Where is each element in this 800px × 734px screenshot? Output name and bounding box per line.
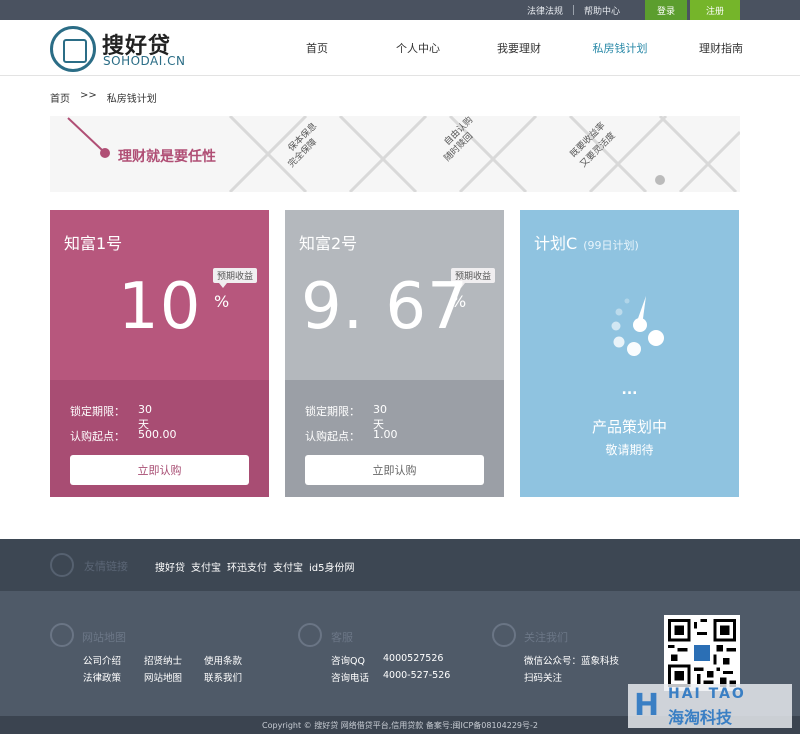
logo-domain: SOHODAI.CN bbox=[103, 54, 186, 68]
lock-period-label: 锁定期限： bbox=[70, 405, 125, 418]
friend-link[interactable]: 支付宝 bbox=[191, 559, 221, 574]
breadcrumb-separator: >> bbox=[80, 90, 97, 101]
promo-banner: 理财就是要任性 保本保息 完全保障 自由认购 随时赎回 既要收益率 又要灵活度 bbox=[50, 116, 740, 192]
follow-title: 关注我们 bbox=[524, 631, 568, 644]
phone-label: 咨询电话 bbox=[331, 673, 370, 684]
product-name: 知富2号 bbox=[299, 234, 358, 253]
friend-link[interactable]: 支付宝 bbox=[273, 559, 303, 574]
qq-number[interactable]: 4000527526 bbox=[383, 653, 443, 664]
wechat-account: 微信公众号：蓝象科技 bbox=[524, 656, 620, 667]
yield-rate: 10 bbox=[118, 270, 202, 344]
breadcrumb-current: 私房钱计划 bbox=[106, 94, 157, 105]
watermark-h-icon: H bbox=[634, 688, 660, 723]
scan-follow: 扫码关注 bbox=[524, 673, 563, 684]
min-amount-value: 500.00 bbox=[138, 428, 177, 441]
yield-unit: % bbox=[214, 292, 230, 311]
product-card-3: 计划C (99日计划) ... 产品策划中 敬请期待 bbox=[520, 210, 739, 497]
main-nav: 首页 个人中心 我要理财 私房钱计划 理财指南 bbox=[270, 20, 775, 76]
breadcrumb: 首页 >> 私房钱计划 bbox=[50, 90, 157, 105]
nav-personal-center[interactable]: 个人中心 bbox=[371, 20, 465, 76]
nav-invest[interactable]: 我要理财 bbox=[472, 20, 566, 76]
status-note: 敬请期待 bbox=[605, 443, 654, 457]
lock-period: 锁定期限： 30天 bbox=[70, 403, 152, 431]
friend-links: 搜好贷 支付宝 环迅支付 支付宝 id5身份网 bbox=[155, 559, 355, 574]
friend-link[interactable]: 环迅支付 bbox=[227, 559, 267, 574]
friend-links-title: 友情链接 bbox=[84, 560, 128, 573]
product-name: 知富1号 bbox=[64, 234, 123, 253]
qq-label: 咨询QQ bbox=[331, 656, 365, 667]
product-card-2: 知富2号 预期收益 9. 67 % 锁定期限： 30天 认购起点： 1.00 立… bbox=[285, 210, 504, 497]
watermark-cn: 海淘科技 bbox=[668, 708, 733, 727]
link-help[interactable]: 帮助中心 bbox=[574, 4, 630, 17]
yield-unit: % bbox=[451, 292, 467, 311]
card-top: 知富2号 预期收益 9. 67 % bbox=[285, 210, 504, 380]
share-icon bbox=[492, 623, 516, 647]
lock-period: 锁定期限： 30天 bbox=[305, 403, 387, 431]
nav-home[interactable]: 首页 bbox=[270, 20, 364, 76]
footer-link[interactable]: 招贤纳士 bbox=[144, 653, 182, 667]
min-amount-label: 认购起点： bbox=[70, 430, 125, 443]
product-name: 计划C (99日计划) bbox=[534, 230, 639, 254]
qr-code-icon bbox=[664, 615, 740, 691]
service-title: 客服 bbox=[331, 631, 353, 644]
sitemap-title: 网站地图 bbox=[82, 631, 126, 644]
buy-button[interactable]: 立即认购 bbox=[70, 455, 249, 485]
logo-icon[interactable] bbox=[50, 26, 96, 72]
min-amount: 认购起点： 500.00 bbox=[70, 428, 177, 444]
lock-period-label: 锁定期限： bbox=[305, 405, 360, 418]
status-text: 产品策划中 bbox=[591, 418, 667, 436]
watermark-en: HAI TAO bbox=[668, 686, 746, 702]
min-amount-value: 1.00 bbox=[373, 428, 398, 441]
friend-link[interactable]: id5身份网 bbox=[309, 559, 355, 574]
expected-yield-tag: 预期收益 bbox=[213, 268, 258, 288]
product-card-1: 知富1号 预期收益 10 % 锁定期限： 30天 认购起点： 500.00 立即… bbox=[50, 210, 269, 497]
status-ellipsis: ... bbox=[621, 382, 638, 398]
min-amount: 认购起点： 1.00 bbox=[305, 428, 398, 444]
people-icon bbox=[50, 553, 74, 577]
footer-link[interactable]: 法律政策 bbox=[83, 670, 121, 684]
breadcrumb-home[interactable]: 首页 bbox=[50, 90, 70, 105]
login-button[interactable]: 登录 bbox=[645, 0, 687, 20]
card-top: 知富1号 预期收益 10 % bbox=[50, 210, 269, 380]
header: 搜好贷 SOHODAI.CN 首页 个人中心 我要理财 私房钱计划 理财指南 bbox=[0, 20, 800, 76]
buy-button[interactable]: 立即认购 bbox=[305, 455, 484, 485]
top-bar: 法律法规 帮助中心 登录 注册 bbox=[0, 0, 800, 20]
yield-rate: 9. 67 bbox=[301, 270, 469, 344]
product-subtitle: (99日计划) bbox=[583, 239, 639, 252]
link-legal[interactable]: 法律法规 bbox=[517, 4, 573, 17]
product-name-text: 计划C bbox=[534, 234, 578, 253]
phone-number[interactable]: 4000-527-526 bbox=[383, 670, 450, 681]
loading-spinner-icon bbox=[611, 296, 664, 356]
location-icon bbox=[50, 623, 74, 647]
min-amount-label: 认购起点： bbox=[305, 430, 360, 443]
phone-icon bbox=[298, 623, 322, 647]
nav-guide[interactable]: 理财指南 bbox=[674, 20, 768, 76]
watermark-logo: H HAI TAO 海淘科技 bbox=[628, 684, 792, 728]
footer-link[interactable]: 使用条款 bbox=[204, 653, 242, 667]
footer-link[interactable]: 网站地图 bbox=[144, 670, 182, 684]
friend-links-bar: 友情链接 搜好贷 支付宝 环迅支付 支付宝 id5身份网 bbox=[0, 539, 800, 591]
footer-link[interactable]: 联系我们 bbox=[204, 670, 242, 684]
top-links: 法律法规 帮助中心 bbox=[517, 0, 630, 20]
nav-private-plan[interactable]: 私房钱计划 bbox=[573, 20, 667, 76]
friend-link[interactable]: 搜好贷 bbox=[155, 559, 185, 574]
banner-slogan: 理财就是要任性 bbox=[118, 149, 216, 165]
register-button[interactable]: 注册 bbox=[690, 0, 740, 20]
footer-link[interactable]: 公司介绍 bbox=[83, 653, 121, 667]
